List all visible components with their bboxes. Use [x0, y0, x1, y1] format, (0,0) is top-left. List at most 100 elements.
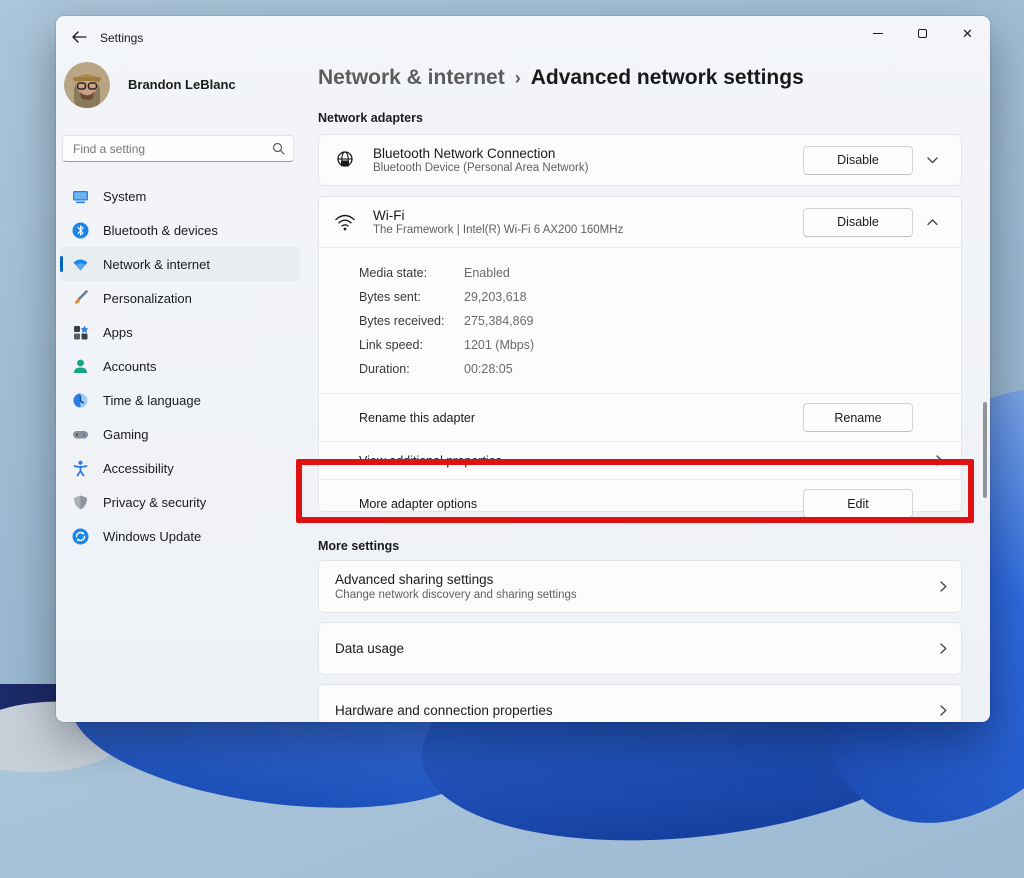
- detail-value: 1201 (Mbps): [464, 333, 534, 357]
- detail-row: Bytes sent: 29,203,618: [359, 285, 945, 309]
- bluetooth-icon: [72, 222, 89, 239]
- section-network-adapters: Network adapters: [318, 111, 423, 125]
- card-title: Hardware and connection properties: [335, 703, 940, 718]
- card-title: Data usage: [335, 641, 940, 656]
- sidebar-item-windows-update[interactable]: Windows Update: [60, 519, 300, 553]
- chevron-right-icon: [940, 581, 947, 592]
- view-additional-properties-row[interactable]: View additional properties: [319, 442, 961, 479]
- view-additional-properties-label: View additional properties: [359, 454, 936, 468]
- adapter-subtitle: The Framework | Intel(R) Wi-Fi 6 AX200 1…: [373, 224, 803, 236]
- expand-bluetooth-button[interactable]: [917, 145, 947, 175]
- data-usage-card[interactable]: Data usage: [318, 622, 962, 675]
- sidebar-item-network-internet[interactable]: Network & internet: [60, 247, 300, 281]
- search-box: [62, 135, 294, 162]
- minimize-button[interactable]: [855, 16, 900, 50]
- detail-label: Media state:: [359, 261, 464, 285]
- sidebar-item-apps[interactable]: Apps: [60, 315, 300, 349]
- sidebar-item-label: Accessibility: [103, 461, 174, 476]
- close-button[interactable]: ✕: [945, 16, 990, 50]
- disable-bluetooth-button[interactable]: Disable: [803, 146, 913, 175]
- page-title: Advanced network settings: [531, 66, 804, 89]
- detail-row: Link speed: 1201 (Mbps): [359, 333, 945, 357]
- sidebar-item-label: Windows Update: [103, 529, 201, 544]
- windows-update-icon: [72, 528, 89, 545]
- card-title: Advanced sharing settings: [335, 572, 940, 587]
- chevron-right-icon: [936, 455, 943, 466]
- breadcrumb-separator: ›: [515, 68, 521, 88]
- window-title: Settings: [100, 31, 143, 45]
- settings-window: Settings ✕ Brandon LeBlanc: [56, 16, 990, 722]
- advanced-sharing-settings-card[interactable]: Advanced sharing settings Change network…: [318, 560, 962, 613]
- maximize-icon: [918, 29, 927, 38]
- sidebar-item-personalization[interactable]: Personalization: [60, 281, 300, 315]
- detail-value: 275,384,869: [464, 309, 534, 333]
- chevron-right-icon: [940, 643, 947, 654]
- sidebar-item-label: Accounts: [103, 359, 156, 374]
- chevron-up-icon: [927, 219, 938, 226]
- window-controls: ✕: [855, 16, 990, 50]
- accounts-icon: [72, 358, 89, 375]
- breadcrumb-parent[interactable]: Network & internet: [318, 66, 505, 89]
- sidebar-item-label: Time & language: [103, 393, 201, 408]
- card-subtitle: Change network discovery and sharing set…: [335, 589, 940, 601]
- avatar-image: [64, 62, 110, 108]
- wifi-adapter-icon: [333, 210, 357, 234]
- rename-button[interactable]: Rename: [803, 403, 913, 432]
- rename-adapter-row: Rename this adapter Rename: [319, 394, 961, 441]
- personalization-icon: [72, 290, 89, 307]
- sidebar-item-privacy-security[interactable]: Privacy & security: [60, 485, 300, 519]
- adapter-title: Wi-Fi: [373, 208, 803, 223]
- disable-wifi-button[interactable]: Disable: [803, 208, 913, 237]
- sidebar-nav: System Bluetooth & devices Network & int…: [60, 179, 300, 553]
- detail-row: Media state: Enabled: [359, 261, 945, 285]
- more-adapter-options-label: More adapter options: [359, 497, 803, 511]
- detail-label: Bytes received:: [359, 309, 464, 333]
- sidebar-item-time-language[interactable]: Time & language: [60, 383, 300, 417]
- search-input[interactable]: [63, 136, 293, 161]
- profile-name: Brandon LeBlanc: [128, 77, 236, 92]
- back-button[interactable]: [64, 26, 94, 50]
- back-arrow-icon: [71, 31, 87, 43]
- collapse-wifi-button[interactable]: [917, 207, 947, 237]
- hardware-connection-properties-card[interactable]: Hardware and connection properties: [318, 684, 962, 722]
- globe-adapter-icon: [333, 148, 357, 172]
- detail-value: 00:28:05: [464, 357, 513, 381]
- search-icon: [272, 142, 285, 160]
- detail-row: Bytes received: 275,384,869: [359, 309, 945, 333]
- close-icon: ✕: [962, 27, 973, 40]
- minimize-icon: [873, 33, 883, 34]
- time-language-icon: [72, 392, 89, 409]
- more-adapter-options-row: More adapter options Edit: [319, 480, 961, 527]
- avatar[interactable]: [64, 62, 110, 108]
- sidebar-item-bluetooth-devices[interactable]: Bluetooth & devices: [60, 213, 300, 247]
- privacy-icon: [72, 494, 89, 511]
- sidebar-item-label: Bluetooth & devices: [103, 223, 218, 238]
- detail-label: Bytes sent:: [359, 285, 464, 309]
- detail-row: Duration: 00:28:05: [359, 357, 945, 381]
- sidebar-item-label: System: [103, 189, 146, 204]
- sidebar-item-label: Network & internet: [103, 257, 210, 272]
- breadcrumb: Network & internet › Advanced network sett…: [318, 66, 804, 90]
- sidebar-item-label: Apps: [103, 325, 133, 340]
- rename-adapter-label: Rename this adapter: [359, 411, 803, 425]
- wifi-details: Media state: Enabled Bytes sent: 29,203,…: [319, 248, 961, 393]
- adapter-title: Bluetooth Network Connection: [373, 146, 803, 161]
- gaming-icon: [72, 426, 89, 443]
- adapter-card-bluetooth: Bluetooth Network Connection Bluetooth D…: [318, 134, 962, 186]
- sidebar-item-accounts[interactable]: Accounts: [60, 349, 300, 383]
- accessibility-icon: [72, 460, 89, 477]
- adapter-subtitle: Bluetooth Device (Personal Area Network): [373, 162, 803, 174]
- adapter-card-wifi: Wi-Fi The Framework | Intel(R) Wi-Fi 6 A…: [318, 196, 962, 512]
- detail-value: 29,203,618: [464, 285, 527, 309]
- sidebar-item-gaming[interactable]: Gaming: [60, 417, 300, 451]
- detail-value: Enabled: [464, 261, 510, 285]
- sidebar-item-label: Privacy & security: [103, 495, 206, 510]
- maximize-button[interactable]: [900, 16, 945, 50]
- sidebar-item-label: Gaming: [103, 427, 149, 442]
- system-icon: [72, 188, 89, 205]
- edit-button[interactable]: Edit: [803, 489, 913, 518]
- scrollbar-thumb[interactable]: [983, 402, 987, 498]
- sidebar-item-accessibility[interactable]: Accessibility: [60, 451, 300, 485]
- sidebar-item-system[interactable]: System: [60, 179, 300, 213]
- section-more-settings: More settings: [318, 539, 399, 553]
